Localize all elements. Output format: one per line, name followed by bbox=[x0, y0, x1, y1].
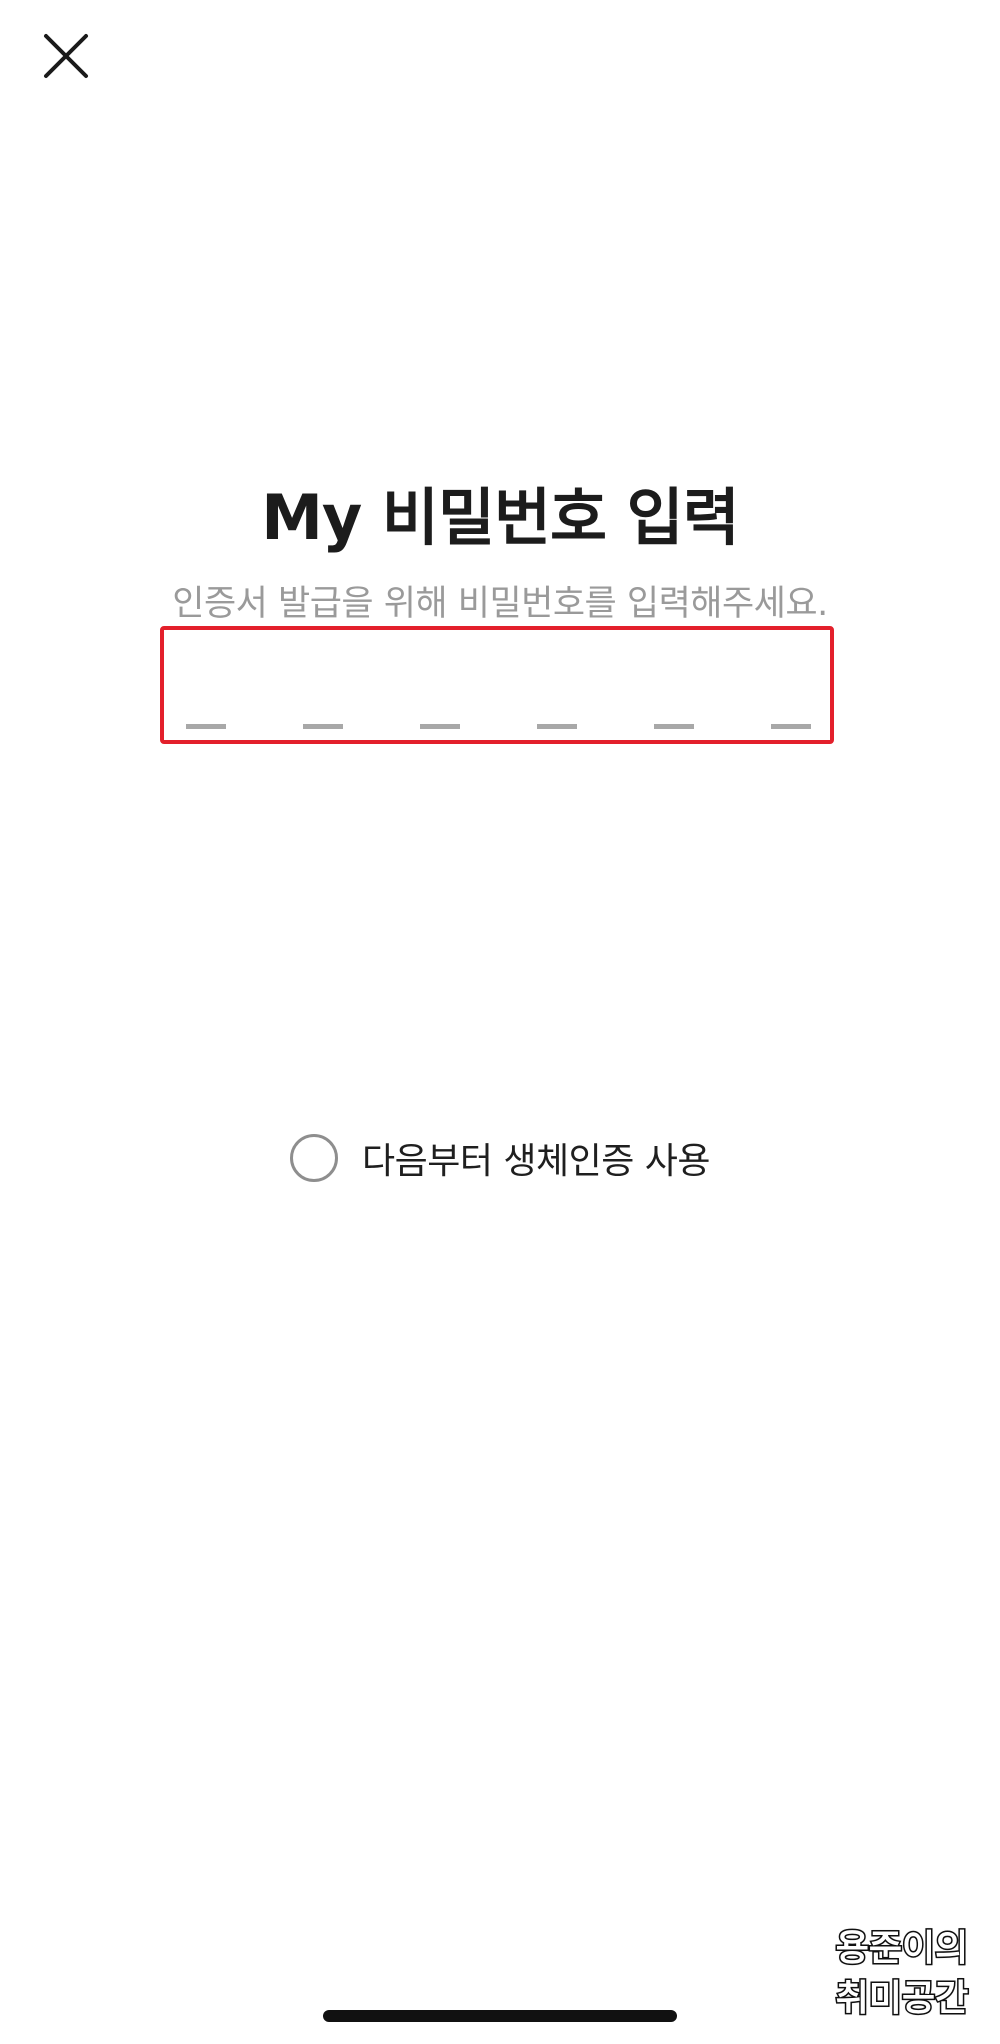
page-title: My 비밀번호 입력 bbox=[261, 481, 740, 554]
pin-digit-5 bbox=[654, 724, 694, 729]
home-indicator[interactable] bbox=[323, 2010, 677, 2022]
close-icon bbox=[44, 34, 88, 78]
pin-digit-4 bbox=[537, 724, 577, 729]
close-button[interactable] bbox=[38, 28, 94, 84]
biometric-radio[interactable] bbox=[289, 1134, 338, 1182]
pin-digit-1 bbox=[186, 724, 226, 729]
watermark-line-1: 용준이의 bbox=[834, 1927, 969, 1971]
pin-digit-2 bbox=[303, 724, 343, 729]
page-subtitle: 인증서 발급을 위해 비밀번호를 입력해주세요. bbox=[172, 584, 828, 624]
biometric-option[interactable]: 다음부터 생체인증 사용 bbox=[0, 1130, 1000, 1186]
watermark-line-2: 취미공간 bbox=[834, 1977, 969, 2021]
watermark: 용준이의 취미공간 bbox=[822, 1924, 982, 2024]
biometric-label[interactable]: 다음부터 생체인증 사용 bbox=[362, 1132, 711, 1184]
pin-digit-3 bbox=[420, 724, 460, 729]
pin-input-box[interactable] bbox=[160, 626, 834, 744]
pin-digit-6 bbox=[771, 724, 811, 729]
